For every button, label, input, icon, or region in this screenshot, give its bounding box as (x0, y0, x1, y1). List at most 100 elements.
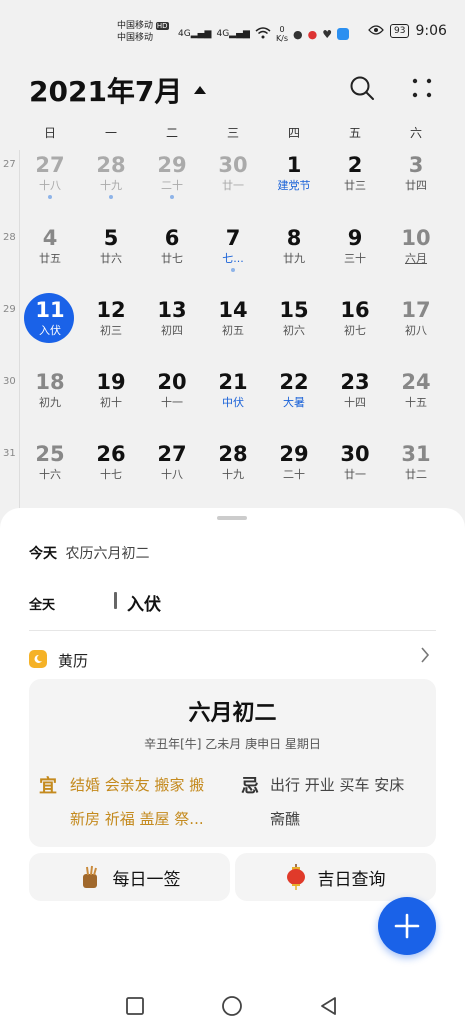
day-cell[interactable]: 17 初八 (386, 298, 446, 362)
day-number: 14 (218, 298, 248, 322)
day-cell[interactable]: 5 廿六 (81, 226, 141, 290)
day-cell[interactable]: 28 十九 (203, 442, 263, 506)
more-button[interactable] (408, 74, 436, 102)
day-number: 5 (103, 226, 119, 250)
sheet-drag-handle[interactable] (217, 516, 247, 520)
signal-icon-2: 4G▂▄▆ (216, 29, 250, 39)
search-icon (350, 76, 374, 100)
day-number: 30 (340, 442, 370, 466)
day-cell[interactable]: 21 中伏 (203, 370, 263, 434)
day-cell[interactable]: 9 三十 (325, 226, 385, 290)
square-icon (126, 997, 144, 1015)
day-cell[interactable]: 30 廿一 (203, 153, 263, 217)
day-number: 16 (340, 298, 370, 322)
day-cell[interactable]: 16 初七 (325, 298, 385, 362)
day-cell[interactable]: 18 初九 (20, 370, 80, 434)
almanac-card[interactable]: 六月初二 辛丑年[牛] 乙未月 庚申日 星期日 宜 结婚 会亲友 搬家 搬 新房… (29, 679, 436, 847)
day-cell[interactable]: 25 十六 (20, 442, 80, 506)
event-item[interactable]: 入伏 (127, 590, 161, 615)
day-cell[interactable]: 13 初四 (142, 298, 202, 362)
day-cell[interactable]: 3 廿四 (386, 153, 446, 217)
day-cell[interactable]: 19 初十 (81, 370, 141, 434)
day-cell[interactable]: 7 七... (203, 226, 263, 290)
day-cell[interactable]: 23 十四 (325, 370, 385, 434)
lunar-day-label: 入伏 (39, 324, 61, 337)
event-dot-icon (170, 195, 174, 199)
today-label: 今天 (29, 546, 57, 562)
month-title-button[interactable]: 2021年7月 (29, 70, 207, 110)
day-detail-sheet[interactable]: 今天 农历六月初二 全天 入伏 黄历 六月初二 辛丑年[牛] 乙未月 庚申日 星… (0, 508, 465, 1033)
day-number: 25 (35, 442, 65, 466)
day-cell[interactable]: 27 十八 (20, 153, 80, 217)
day-number: 18 (35, 370, 65, 394)
lunar-day-label: 初七 (344, 324, 366, 337)
day-cell[interactable]: 27 十八 (142, 442, 202, 506)
recents-button[interactable] (124, 995, 148, 1019)
day-cell[interactable]: 2 廿三 (325, 153, 385, 217)
fortune-sticks-icon (82, 865, 97, 888)
day-cell[interactable]: 1 建党节 (264, 153, 324, 217)
lunar-day-label: 初十 (100, 396, 122, 409)
circle-icon (222, 996, 242, 1016)
day-cell[interactable]: 26 十七 (81, 442, 141, 506)
caret-up-icon (194, 86, 207, 94)
day-cell[interactable]: 30 廿一 (325, 442, 385, 506)
day-number: 9 (347, 226, 363, 250)
network-type-1: 4G (178, 29, 191, 39)
day-cell[interactable]: 4 廿五 (20, 226, 80, 290)
home-button[interactable] (221, 995, 245, 1019)
month-title: 2021年7月 (29, 75, 183, 108)
event-dot-icon (48, 195, 52, 199)
day-cell[interactable]: 12 初三 (81, 298, 141, 362)
search-button[interactable] (348, 74, 376, 102)
hd-badge: HD (155, 22, 169, 30)
daily-sign-button[interactable]: 每日一签 (29, 853, 230, 901)
day-number: 21 (218, 370, 248, 394)
lucky-day-button[interactable]: 吉日查询 (235, 853, 436, 901)
speed-value: 0 (279, 25, 285, 34)
day-cell[interactable]: 29 二十 (142, 153, 202, 217)
day-number: 10 (401, 226, 431, 250)
day-cell[interactable]: 28 十九 (81, 153, 141, 217)
day-cell[interactable]: 10 六月 (386, 226, 446, 290)
day-cell[interactable]: 22 大暑 (264, 370, 324, 434)
holiday-label: 大暑 (283, 396, 305, 409)
day-cell[interactable]: 8 廿九 (264, 226, 324, 290)
lunar-day-label: 初八 (405, 324, 427, 337)
status-bar: 中国移动 HD 中国移动 4G▂▄▆ 4G▂▄▆ 0 K/s ● ● ♥ 93 9… (0, 0, 465, 62)
day-number: 27 (157, 442, 187, 466)
daily-sign-label: 每日一签 (112, 869, 181, 890)
lunar-day-label: 十七 (100, 468, 122, 481)
day-cell-today[interactable]: 11 入伏 (20, 298, 80, 362)
day-cell[interactable]: 15 初六 (264, 298, 324, 362)
day-number: 29 (157, 153, 187, 177)
chevron-right-icon[interactable] (420, 646, 430, 669)
back-button[interactable] (318, 995, 342, 1019)
day-cell[interactable]: 14 初五 (203, 298, 263, 362)
day-cell[interactable]: 6 廿七 (142, 226, 202, 290)
lunar-day-label: 三十 (344, 252, 366, 265)
day-cell[interactable]: 24 十五 (386, 370, 446, 434)
day-cell[interactable]: 20 十一 (142, 370, 202, 434)
day-number: 2 (347, 153, 363, 177)
yi-label: 宜 (39, 776, 57, 797)
day-number: 17 (401, 298, 431, 322)
weekday-row: 日 一 二 三 四 五 六 (0, 124, 465, 144)
almanac-title[interactable]: 黄历 (58, 650, 88, 671)
lunar-day-label: 二十 (161, 179, 183, 192)
event-dot-icon (109, 195, 113, 199)
lunar-day-label: 二十 (283, 468, 305, 481)
day-number: 1 (286, 153, 302, 177)
ji-items-line1: 出行 开业 买车 安床 (270, 776, 405, 794)
yi-items-line2: 新房 祈福 盖屋 祭... (70, 810, 204, 828)
add-event-button[interactable] (378, 897, 436, 955)
day-number: 12 (96, 298, 126, 322)
heart-icon: ♥ (322, 27, 333, 41)
network-type-2: 4G (216, 29, 230, 39)
day-cell[interactable]: 31 廿二 (386, 442, 446, 506)
lunar-day-label: 十六 (39, 468, 61, 481)
lunar-day-label: 十四 (344, 396, 366, 409)
day-cell[interactable]: 29 二十 (264, 442, 324, 506)
lunar-day-label: 十九 (222, 468, 244, 481)
app-icon-red: ● (307, 27, 318, 41)
